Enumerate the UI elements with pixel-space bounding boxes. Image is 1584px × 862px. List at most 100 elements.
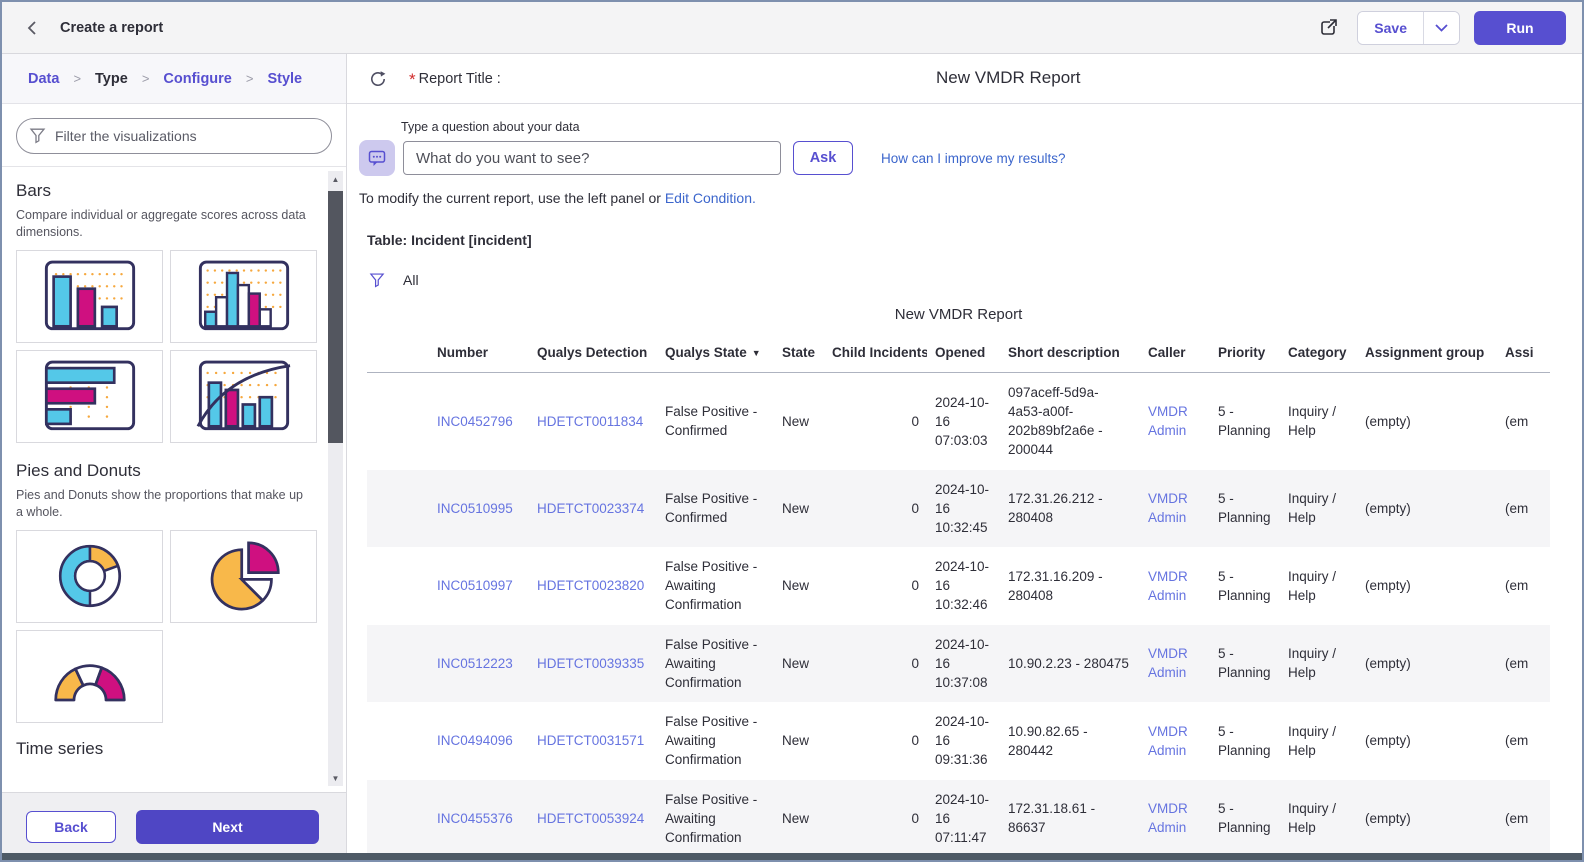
column-header-assigned_to[interactable]: Assi bbox=[1497, 339, 1550, 373]
number-link[interactable]: INC0455376 bbox=[437, 811, 513, 826]
grouped-bar-chart[interactable] bbox=[16, 250, 163, 343]
column-header-qualys_detection[interactable]: Qualys Detection bbox=[529, 339, 657, 373]
filter-funnel-icon[interactable] bbox=[369, 272, 385, 288]
question-label: Type a question about your data bbox=[401, 120, 1582, 134]
cell-priority: 5 - Planning bbox=[1210, 470, 1280, 547]
breadcrumb-step-data[interactable]: Data bbox=[28, 71, 59, 87]
top-bar: Create a report Save bbox=[2, 2, 1582, 54]
save-button[interactable]: Save bbox=[1358, 12, 1423, 44]
column-header-category[interactable]: Category bbox=[1280, 339, 1357, 373]
breadcrumb-step-type[interactable]: Type bbox=[95, 71, 128, 87]
cell-state: New bbox=[774, 373, 824, 470]
qualys_detection-link[interactable]: HDETCT0023820 bbox=[537, 578, 644, 593]
cell-number: INC0455376 bbox=[429, 780, 529, 857]
caller-link[interactable]: VMDR Admin bbox=[1148, 491, 1188, 525]
pareto-chart[interactable] bbox=[170, 350, 317, 443]
question-block: Type a question about your data Ask bbox=[347, 104, 1582, 206]
column-chart[interactable] bbox=[170, 250, 317, 343]
back-button[interactable] bbox=[18, 14, 46, 42]
donut-chart[interactable] bbox=[16, 530, 163, 623]
assistant-button[interactable] bbox=[359, 140, 395, 176]
caller-link[interactable]: VMDR Admin bbox=[1148, 646, 1188, 680]
cell-caller: VMDR Admin bbox=[1140, 625, 1210, 702]
row-spacer-cell bbox=[367, 625, 429, 702]
number-link[interactable]: INC0452796 bbox=[437, 414, 513, 429]
run-button[interactable]: Run bbox=[1474, 11, 1566, 45]
caller-link[interactable]: VMDR Admin bbox=[1148, 404, 1188, 438]
refresh-icon bbox=[368, 69, 388, 89]
cell-opened: 2024-10-16 09:31:36 bbox=[927, 702, 1000, 779]
caller-link[interactable]: VMDR Admin bbox=[1148, 801, 1188, 835]
refresh-button[interactable] bbox=[365, 66, 391, 92]
qualys_detection-link[interactable]: HDETCT0053924 bbox=[537, 811, 644, 826]
column-header-caller[interactable]: Caller bbox=[1140, 339, 1210, 373]
number-link[interactable]: INC0510995 bbox=[437, 501, 513, 516]
section-heading-time-series: Time series bbox=[16, 739, 310, 759]
ask-button[interactable]: Ask bbox=[793, 141, 853, 175]
caller-link[interactable]: VMDR Admin bbox=[1148, 724, 1188, 758]
cell-number: INC0452796 bbox=[429, 373, 529, 470]
column-header-assignment_group[interactable]: Assignment group bbox=[1357, 339, 1497, 373]
chat-bubble-icon bbox=[367, 148, 387, 168]
scroll-up-icon[interactable]: ▲ bbox=[328, 171, 343, 187]
cell-priority: 5 - Planning bbox=[1210, 547, 1280, 624]
breadcrumb-step-configure[interactable]: Configure bbox=[163, 71, 231, 87]
breadcrumb-step-style[interactable]: Style bbox=[267, 71, 302, 87]
qualys_detection-link[interactable]: HDETCT0023374 bbox=[537, 501, 644, 516]
cell-assignment_group: (empty) bbox=[1357, 702, 1497, 779]
cell-assigned_to: (em bbox=[1497, 373, 1550, 470]
cell-qualys_state: False Positive - Awaiting Confirmation bbox=[657, 780, 774, 857]
cell-number: INC0494096 bbox=[429, 702, 529, 779]
cell-priority: 5 - Planning bbox=[1210, 373, 1280, 470]
report-preview: New VMDR Report NumberQualys DetectionQu… bbox=[367, 306, 1550, 862]
number-link[interactable]: INC0494096 bbox=[437, 733, 513, 748]
cell-category: Inquiry / Help bbox=[1280, 625, 1357, 702]
column-header-qualys_state[interactable]: Qualys State▼ bbox=[657, 339, 774, 373]
report-title-value[interactable]: New VMDR Report bbox=[936, 68, 1081, 88]
edit-condition-link[interactable]: Edit Condition. bbox=[665, 190, 756, 206]
qualys_detection-link[interactable]: HDETCT0039335 bbox=[537, 656, 644, 671]
qualys_detection-link[interactable]: HDETCT0031571 bbox=[537, 733, 644, 748]
column-header-short_description[interactable]: Short description bbox=[1000, 339, 1140, 373]
filter-all-label[interactable]: All bbox=[403, 272, 419, 288]
column-header-child_incidents[interactable]: Child Incidents bbox=[824, 339, 927, 373]
horizontal-bar-chart[interactable] bbox=[16, 350, 163, 443]
pie-chart[interactable] bbox=[170, 530, 317, 623]
caller-link[interactable]: VMDR Admin bbox=[1148, 569, 1188, 603]
filter-visualizations-input[interactable] bbox=[16, 118, 332, 154]
save-split-button: Save bbox=[1357, 11, 1460, 45]
cell-caller: VMDR Admin bbox=[1140, 470, 1210, 547]
gauge-chart[interactable] bbox=[16, 630, 163, 723]
column-header-priority[interactable]: Priority bbox=[1210, 339, 1280, 373]
scrollbar-thumb[interactable] bbox=[328, 191, 343, 443]
breadcrumb-chevron-icon: > bbox=[142, 71, 150, 86]
cell-caller: VMDR Admin bbox=[1140, 702, 1210, 779]
section-heading-pies: Pies and Donuts bbox=[16, 461, 310, 481]
column-header-number[interactable]: Number bbox=[429, 339, 529, 373]
column-header-state[interactable]: State bbox=[774, 339, 824, 373]
number-link[interactable]: INC0510997 bbox=[437, 578, 513, 593]
wizard-footer: Back Next bbox=[2, 792, 346, 860]
wizard-back-button[interactable]: Back bbox=[26, 811, 116, 843]
cell-number: INC0512223 bbox=[429, 625, 529, 702]
table-row: INC0494096HDETCT0031571False Positive - … bbox=[367, 702, 1550, 779]
column-header-opened[interactable]: Opened bbox=[927, 339, 1000, 373]
qualys_detection-link[interactable]: HDETCT0011834 bbox=[537, 414, 643, 429]
cell-short_description: 172.31.16.209 - 280408 bbox=[1000, 547, 1140, 624]
sidebar-scrollbar[interactable]: ▲ ▼ bbox=[328, 171, 343, 786]
funnel-icon bbox=[29, 127, 46, 144]
number-link[interactable]: INC0512223 bbox=[437, 656, 513, 671]
share-icon bbox=[1317, 17, 1339, 39]
cell-child_incidents: 0 bbox=[824, 702, 927, 779]
cell-opened: 2024-10-16 07:03:03 bbox=[927, 373, 1000, 470]
sort-descending-icon: ▼ bbox=[752, 348, 761, 358]
save-dropdown-button[interactable] bbox=[1423, 12, 1459, 44]
share-button[interactable] bbox=[1313, 13, 1343, 43]
wizard-next-button[interactable]: Next bbox=[136, 810, 319, 844]
cell-opened: 2024-10-16 10:37:08 bbox=[927, 625, 1000, 702]
question-input[interactable] bbox=[403, 141, 781, 175]
improve-results-link[interactable]: How can I improve my results? bbox=[881, 151, 1066, 166]
cell-category: Inquiry / Help bbox=[1280, 547, 1357, 624]
cell-qualys_state: False Positive - Confirmed bbox=[657, 373, 774, 470]
scroll-down-icon[interactable]: ▼ bbox=[328, 770, 343, 786]
